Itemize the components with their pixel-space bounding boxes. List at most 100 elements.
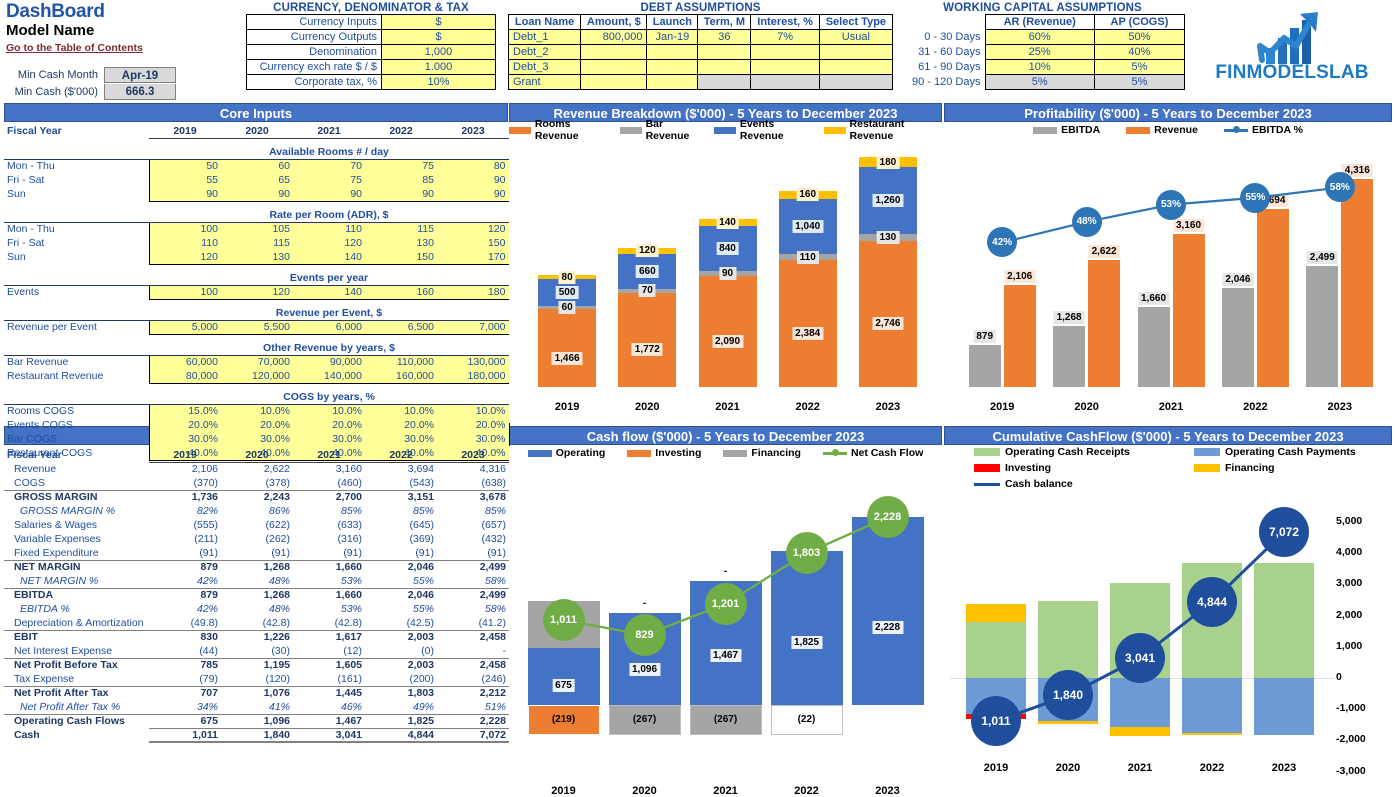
input-cell[interactable]: 60,000 — [148, 354, 221, 369]
input-cell[interactable]: 10.0% — [293, 403, 365, 418]
debt-select-type[interactable]: Usual — [818, 29, 894, 45]
input-cell[interactable]: 60 — [221, 158, 293, 173]
input-cell[interactable]: 65 — [221, 173, 293, 187]
input-cell[interactable]: 20.0% — [437, 418, 510, 432]
debt-launch[interactable] — [646, 44, 699, 60]
input-cell[interactable]: 5,500 — [221, 319, 293, 335]
input-cell[interactable]: 30.0% — [437, 432, 510, 446]
debt-interest[interactable]: 7% — [750, 29, 820, 45]
input-cell[interactable]: 100 — [148, 284, 221, 300]
input-cell[interactable]: 6,500 — [365, 319, 437, 335]
input-cell[interactable]: 70 — [293, 158, 365, 173]
input-cell[interactable]: 20.0% — [221, 418, 293, 432]
input-cell[interactable]: 20.0% — [293, 418, 365, 432]
debt-term[interactable] — [697, 74, 752, 90]
input-cell[interactable]: 90,000 — [293, 354, 365, 369]
wc-ap-value[interactable]: 40% — [1093, 44, 1186, 60]
input-cell[interactable]: 80 — [437, 158, 510, 173]
currency-row-value[interactable]: $ — [381, 14, 496, 30]
input-cell[interactable]: 70,000 — [221, 354, 293, 369]
input-cell[interactable]: 85 — [365, 173, 437, 187]
input-cell[interactable]: 75 — [293, 173, 365, 187]
input-cell[interactable]: 10.0% — [437, 403, 510, 418]
input-cell[interactable]: 20.0% — [365, 418, 437, 432]
debt-select-type[interactable] — [818, 74, 894, 90]
input-cell[interactable]: 6,000 — [293, 319, 365, 335]
input-cell[interactable]: 140 — [293, 284, 365, 300]
input-cell[interactable]: 110 — [148, 236, 221, 250]
debt-term[interactable]: 36 — [697, 29, 752, 45]
currency-row-value[interactable]: 1.000 — [381, 59, 496, 75]
input-cell[interactable]: 80,000 — [148, 369, 221, 384]
debt-loan-name[interactable]: Debt_3 — [507, 59, 582, 75]
input-cell[interactable]: 90 — [293, 187, 365, 202]
input-cell[interactable]: 55 — [148, 173, 221, 187]
input-cell[interactable]: 75 — [365, 158, 437, 173]
input-cell[interactable]: 20.0% — [148, 418, 221, 432]
input-cell[interactable]: 150 — [437, 236, 510, 250]
debt-loan-name[interactable]: Grant — [507, 74, 582, 90]
input-cell[interactable]: 130 — [221, 250, 293, 265]
wc-ar-value[interactable]: 25% — [984, 44, 1095, 60]
wc-ap-value[interactable]: 50% — [1093, 29, 1186, 45]
input-cell[interactable]: 10.0% — [221, 403, 293, 418]
debt-interest[interactable] — [750, 74, 820, 90]
input-cell[interactable]: 50 — [148, 158, 221, 173]
input-cell[interactable]: 7,000 — [437, 319, 510, 335]
input-cell[interactable]: 170 — [437, 250, 510, 265]
table-of-contents-link[interactable]: Go to the Table of Contents — [6, 42, 241, 54]
input-cell[interactable]: 180 — [437, 284, 510, 300]
debt-term[interactable] — [697, 59, 752, 75]
input-cell[interactable]: 105 — [221, 221, 293, 236]
input-cell[interactable]: 90 — [365, 187, 437, 202]
debt-loan-name[interactable]: Debt_1 — [507, 29, 582, 45]
input-cell[interactable]: 115 — [221, 236, 293, 250]
input-cell[interactable]: 30.0% — [221, 432, 293, 446]
input-cell[interactable]: 120 — [221, 284, 293, 300]
debt-launch[interactable] — [646, 59, 699, 75]
debt-select-type[interactable] — [818, 59, 894, 75]
input-cell[interactable]: 30.0% — [293, 432, 365, 446]
input-cell[interactable]: 160 — [365, 284, 437, 300]
input-cell[interactable]: 140,000 — [293, 369, 365, 384]
input-cell[interactable]: 120 — [293, 236, 365, 250]
input-cell[interactable]: 10.0% — [365, 403, 437, 418]
input-cell[interactable]: 100 — [148, 221, 221, 236]
currency-row-value[interactable]: 10% — [381, 74, 496, 90]
input-cell[interactable]: 150 — [365, 250, 437, 265]
wc-ar-value[interactable]: 10% — [984, 59, 1095, 75]
input-cell[interactable]: 15.0% — [148, 403, 221, 418]
debt-term[interactable] — [697, 44, 752, 60]
input-cell[interactable]: 115 — [365, 221, 437, 236]
input-cell[interactable]: 90 — [221, 187, 293, 202]
input-cell[interactable]: 140 — [293, 250, 365, 265]
wc-ap-value[interactable]: 5% — [1093, 74, 1186, 90]
debt-loan-name[interactable]: Debt_2 — [507, 44, 582, 60]
input-cell[interactable]: 130,000 — [437, 354, 510, 369]
input-cell[interactable]: 120 — [437, 221, 510, 236]
input-cell[interactable]: 90 — [437, 187, 510, 202]
input-cell[interactable]: 130 — [365, 236, 437, 250]
debt-interest[interactable] — [750, 44, 820, 60]
input-cell[interactable]: 30.0% — [148, 432, 221, 446]
debt-select-type[interactable] — [818, 44, 894, 60]
wc-ar-value[interactable]: 5% — [984, 74, 1095, 90]
input-cell[interactable]: 30.0% — [365, 432, 437, 446]
input-cell[interactable]: 90 — [437, 173, 510, 187]
input-cell[interactable]: 120 — [148, 250, 221, 265]
debt-amount[interactable] — [580, 74, 648, 90]
debt-launch[interactable]: Jan-19 — [646, 29, 699, 45]
debt-amount[interactable] — [580, 59, 648, 75]
wc-ar-value[interactable]: 60% — [984, 29, 1095, 45]
currency-row-value[interactable]: $ — [381, 29, 496, 45]
input-cell[interactable]: 160,000 — [365, 369, 437, 384]
debt-launch[interactable] — [646, 74, 699, 90]
debt-amount[interactable]: 800,000 — [580, 29, 648, 45]
debt-interest[interactable] — [750, 59, 820, 75]
input-cell[interactable]: 110 — [293, 221, 365, 236]
debt-amount[interactable] — [580, 44, 648, 60]
currency-row-value[interactable]: 1,000 — [381, 44, 496, 60]
input-cell[interactable]: 180,000 — [437, 369, 510, 384]
wc-ap-value[interactable]: 5% — [1093, 59, 1186, 75]
input-cell[interactable]: 110,000 — [365, 354, 437, 369]
